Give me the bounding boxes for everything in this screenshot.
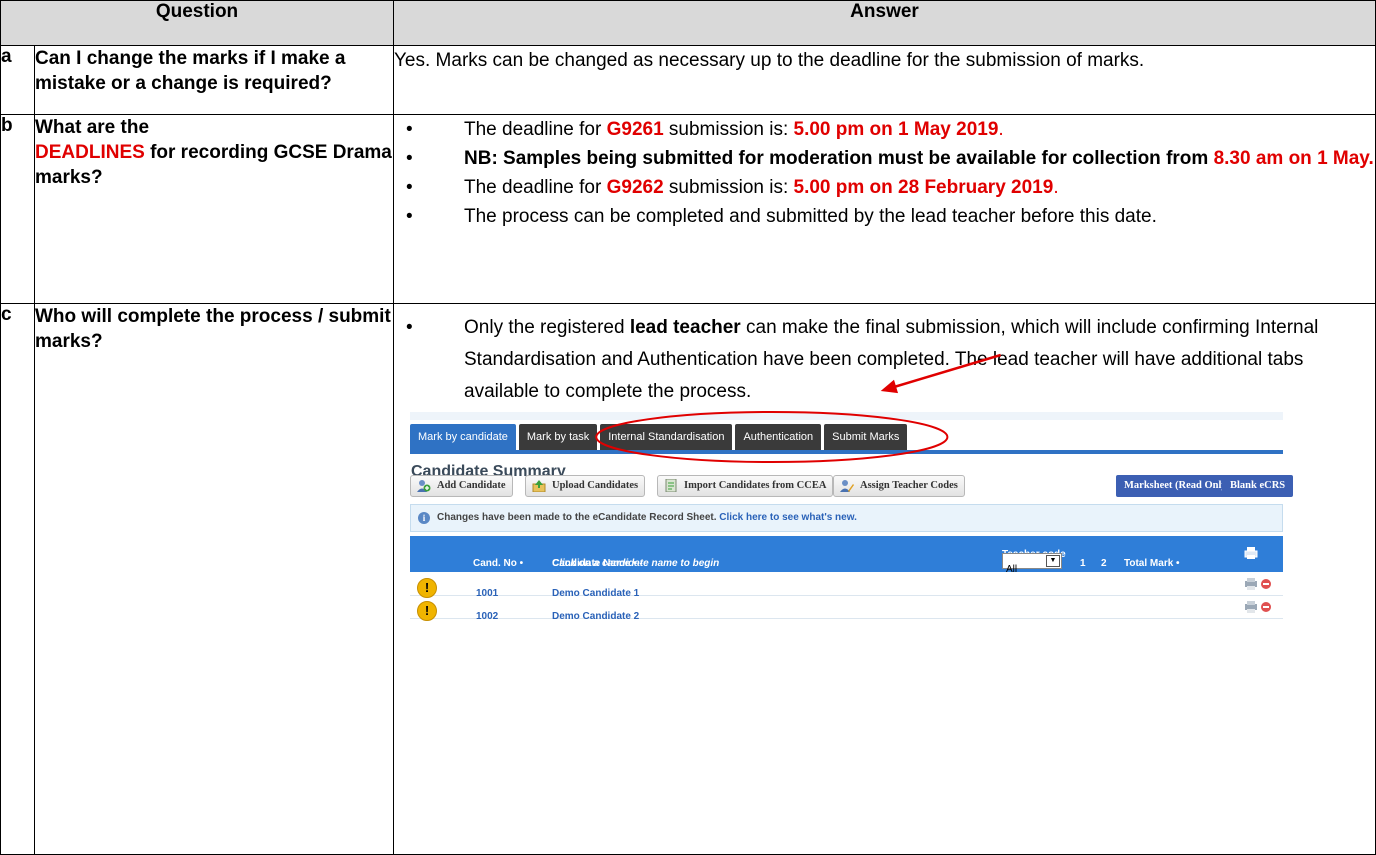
delete-icon xyxy=(1261,579,1271,589)
list-item: The deadline for G9261 submission is: 5.… xyxy=(406,115,1375,144)
tab-authentication[interactable]: Authentication xyxy=(735,424,822,450)
list-item: The process can be completed and submitt… xyxy=(406,202,1375,231)
whats-new-link[interactable]: Click here to see what's new. xyxy=(719,512,857,523)
marksheet-button[interactable]: Marksheet (Read Only) xyxy=(1116,475,1239,497)
question-text: Can I change the marks if I make a mista… xyxy=(34,45,394,115)
tab-mark-by-candidate[interactable]: Mark by candidate xyxy=(410,424,516,450)
question-text: What are the DEADLINES for recording GCSE… xyxy=(34,114,394,304)
notice-banner: i Changes have been made to the eCandida… xyxy=(410,504,1283,532)
answer-cell: Only the registered lead teacher can mak… xyxy=(393,303,1376,855)
button-label: Import Candidates from CCEA xyxy=(684,480,827,491)
upload-candidates-button[interactable]: Upload Candidates xyxy=(525,475,646,497)
tab-underline xyxy=(410,450,1283,454)
teacher-code-select[interactable]: All ▼ xyxy=(1002,553,1062,575)
list-item: Only the registered lead teacher can mak… xyxy=(406,312,1375,408)
faq-table: Question Answer a Can I change the marks… xyxy=(0,0,1376,855)
table-row: b What are the DEADLINES for recording GC… xyxy=(0,114,1376,304)
button-label: Assign Teacher Codes xyxy=(860,480,958,491)
tab-bar: Mark by candidate Mark by task Internal … xyxy=(410,424,910,450)
toolbar: Add Candidate Upload Candidates Import C… xyxy=(410,475,1294,497)
deadlines-highlight: DEADLINES xyxy=(35,142,145,163)
question-text: Who will complete the process / submit m… xyxy=(34,303,394,855)
tab-mark-by-task[interactable]: Mark by task xyxy=(518,424,598,450)
upload-icon xyxy=(532,480,546,492)
print-all-icon[interactable] xyxy=(1244,546,1258,560)
tab-internal-standardisation[interactable]: Internal Standardisation xyxy=(600,424,733,450)
row-letter: c xyxy=(0,303,35,855)
import-icon xyxy=(665,479,677,492)
unit-code: G9262 xyxy=(606,177,664,198)
row-actions xyxy=(1245,601,1271,613)
answer-cell: The deadline for G9261 submission is: 5.… xyxy=(393,114,1376,304)
chevron-down-icon: ▼ xyxy=(1046,555,1060,567)
add-user-icon xyxy=(417,480,431,492)
warning-icon: ! xyxy=(417,578,437,598)
delete-icon xyxy=(1261,602,1271,612)
answer-header: Answer xyxy=(393,0,1376,46)
answer-text: Yes. Marks can be changed as necessary u… xyxy=(393,45,1376,115)
collection-date: 8.30 am on 1 May. xyxy=(1213,148,1374,169)
unit-code: G9261 xyxy=(606,119,664,140)
cand-no: 1002 xyxy=(476,611,499,622)
tab-submit-marks[interactable]: Submit Marks xyxy=(824,424,908,450)
candidate-name-link[interactable]: Demo Candidate 2 xyxy=(552,601,639,633)
info-icon: i xyxy=(418,512,430,524)
button-label: Upload Candidates xyxy=(552,480,639,491)
notice-text: Changes have been made to the eCandidate… xyxy=(437,512,857,523)
print-icon xyxy=(1245,578,1257,590)
question-part: What are the xyxy=(35,117,150,138)
print-icon xyxy=(1245,601,1257,613)
warning-icon: ! xyxy=(417,601,437,621)
assign-teacher-icon xyxy=(840,480,854,492)
embedded-screenshot: Mark by candidate Mark by task Internal … xyxy=(410,412,1294,622)
table-row: c Who will complete the process / submit… xyxy=(0,303,1376,855)
list-item: The deadline for G9262 submission is: 5.… xyxy=(406,173,1375,202)
top-band xyxy=(410,412,1283,420)
row-letter: a xyxy=(0,45,35,115)
blank-ecrs-button[interactable]: Blank eCRS xyxy=(1222,475,1294,497)
row-letter: b xyxy=(0,114,35,304)
deadline-date: 5.00 pm on 1 May 2019 xyxy=(793,119,999,140)
candidate-table-header: Cand. No • Candidate Name • - Click on a… xyxy=(410,536,1283,575)
list-item: NB: Samples being submitted for moderati… xyxy=(406,144,1375,173)
table-row: ! 1002 Demo Candidate 2 xyxy=(410,596,1283,622)
button-label: Add Candidate xyxy=(437,480,506,491)
deadline-list: The deadline for G9261 submission is: 5.… xyxy=(394,115,1375,231)
table-row: a Can I change the marks if I make a mis… xyxy=(0,45,1376,115)
deadline-date: 5.00 pm on 28 February 2019 xyxy=(793,177,1054,198)
assign-teacher-codes-button[interactable]: Assign Teacher Codes xyxy=(833,475,965,497)
import-candidates-button[interactable]: Import Candidates from CCEA xyxy=(657,475,834,497)
lead-teacher-list: Only the registered lead teacher can mak… xyxy=(394,312,1375,408)
question-header: Question xyxy=(0,0,394,46)
table-row: ! 1001 Demo Candidate 1 xyxy=(410,573,1283,599)
add-candidate-button[interactable]: Add Candidate xyxy=(410,475,513,497)
row-actions xyxy=(1245,578,1271,590)
